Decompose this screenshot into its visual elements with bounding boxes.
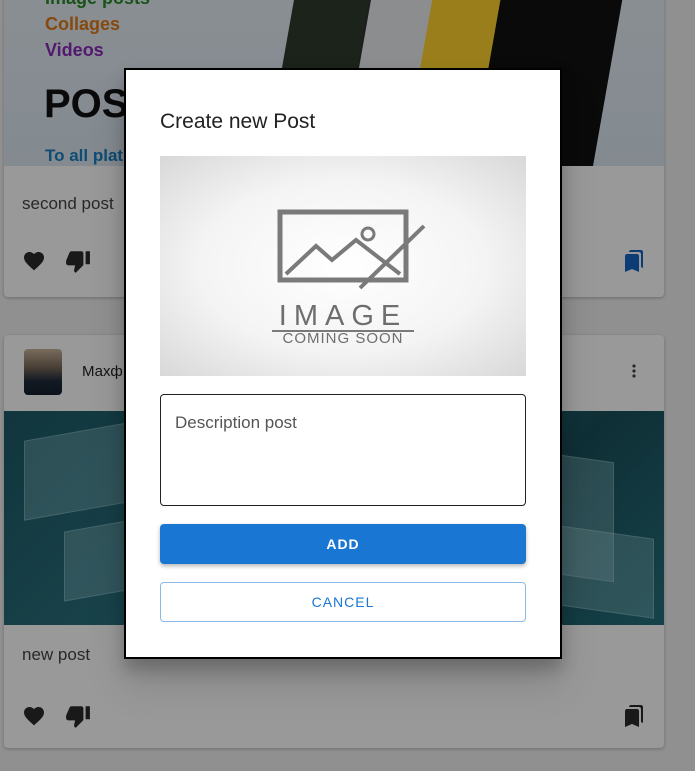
description-input[interactable] xyxy=(175,413,511,493)
description-field[interactable] xyxy=(160,394,526,506)
cancel-button[interactable]: CANCEL xyxy=(160,582,526,622)
image-preview[interactable]: IMAGE COMING SOON xyxy=(160,156,526,376)
dialog-title: Create new Post xyxy=(160,110,316,133)
placeholder-line2: COMING SOON xyxy=(282,330,403,347)
image-placeholder-icon: IMAGE COMING SOON xyxy=(272,209,426,347)
create-post-dialog: Create new Post IMAGE COMING SOON ADD CA… xyxy=(124,68,562,659)
placeholder-line1: IMAGE xyxy=(279,300,407,332)
add-button[interactable]: ADD xyxy=(160,524,526,564)
